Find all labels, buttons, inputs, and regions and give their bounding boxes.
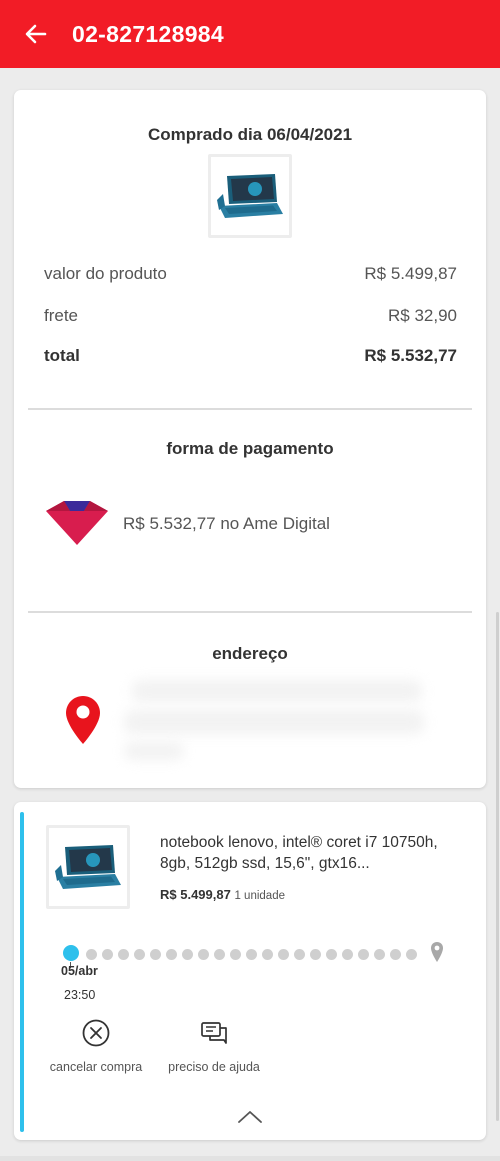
tracker-step [278, 949, 289, 960]
tracker-step [150, 949, 161, 960]
address-section-title: endereço [212, 644, 288, 663]
total-row: total R$ 5.532,77 [44, 346, 457, 366]
tracker-step [374, 949, 385, 960]
tracker-step [86, 949, 97, 960]
tracker-step [102, 949, 113, 960]
order-summary-card: Comprado dia 06/04/2021 valor do produto… [14, 90, 486, 788]
chevron-up-icon [238, 1111, 262, 1123]
product-value-label: valor do produto [44, 264, 167, 283]
cancel-order-button[interactable]: cancelar compra [48, 1018, 144, 1075]
tracker-step [198, 949, 209, 960]
app-header: 02-827128984 [0, 0, 500, 68]
tracker-step [390, 949, 401, 960]
divider [28, 408, 472, 410]
laptop-image [217, 174, 283, 218]
tracker-step [262, 949, 273, 960]
redacted-address-line [124, 710, 424, 734]
shipping-label: frete [44, 306, 79, 325]
tracker-current-step [63, 945, 79, 961]
order-number-title: 02-827128984 [72, 20, 224, 47]
tracker-step [166, 949, 177, 960]
location-pin-icon [65, 695, 101, 750]
cancel-x-icon [82, 1019, 110, 1047]
item-price: R$ 5.499,87 [160, 887, 231, 902]
tracker-step [342, 949, 353, 960]
total-label: total [44, 346, 80, 365]
product-value-amount: R$ 5.499,87 [364, 264, 457, 283]
tracker-step [230, 949, 241, 960]
total-amount: R$ 5.532,77 [364, 346, 457, 365]
tracker-step [214, 949, 225, 960]
scrollbar[interactable] [496, 612, 499, 1121]
arrow-left-icon [25, 24, 47, 44]
cancel-order-label: cancelar compra [49, 1060, 143, 1074]
need-help-button[interactable]: preciso de ajuda [166, 1018, 262, 1075]
shipping-amount: R$ 32,90 [388, 306, 457, 325]
tracker-time: 23:50 [64, 988, 96, 1002]
chat-help-icon [201, 1022, 227, 1044]
collapse-button[interactable] [235, 1108, 265, 1126]
status-accent-bar [20, 812, 24, 1132]
item-quantity: 1 unidade [234, 890, 285, 902]
product-value-row: valor do produto R$ 5.499,87 [44, 264, 457, 284]
ame-digital-icon [44, 499, 110, 552]
shipping-row: frete R$ 32,90 [44, 306, 457, 326]
tracker-step [310, 949, 321, 960]
tracker-step [118, 949, 129, 960]
tracker-step [294, 949, 305, 960]
payment-section-title: forma de pagamento [166, 439, 334, 458]
tracker-step [246, 949, 257, 960]
item-price-line: R$ 5.499,87 1 unidade [160, 887, 285, 902]
tracker-step [134, 949, 145, 960]
redacted-address-line [132, 680, 422, 702]
order-item-card: notebook lenovo, intel® coret i7 10750h,… [14, 802, 486, 1140]
tracker-step [406, 949, 417, 960]
product-thumbnail[interactable] [208, 154, 292, 238]
purchase-date: Comprado dia 06/04/2021 [147, 125, 353, 144]
delivery-tracker [60, 941, 444, 965]
item-name[interactable]: notebook lenovo, intel® coret i7 10750h,… [160, 832, 460, 874]
laptop-image [55, 845, 121, 889]
back-button[interactable] [22, 20, 50, 48]
next-card-edge [0, 1156, 500, 1161]
tracker-step [358, 949, 369, 960]
item-thumbnail[interactable] [46, 825, 130, 909]
need-help-label: preciso de ajuda [168, 1060, 260, 1074]
tracker-date: 05/abr [61, 964, 98, 978]
destination-pin-icon [430, 941, 444, 968]
payment-description: R$ 5.532,77 no Ame Digital [123, 514, 330, 533]
tracker-step [326, 949, 337, 960]
tracker-step [182, 949, 193, 960]
redacted-address-line [124, 742, 184, 760]
divider [28, 611, 472, 613]
